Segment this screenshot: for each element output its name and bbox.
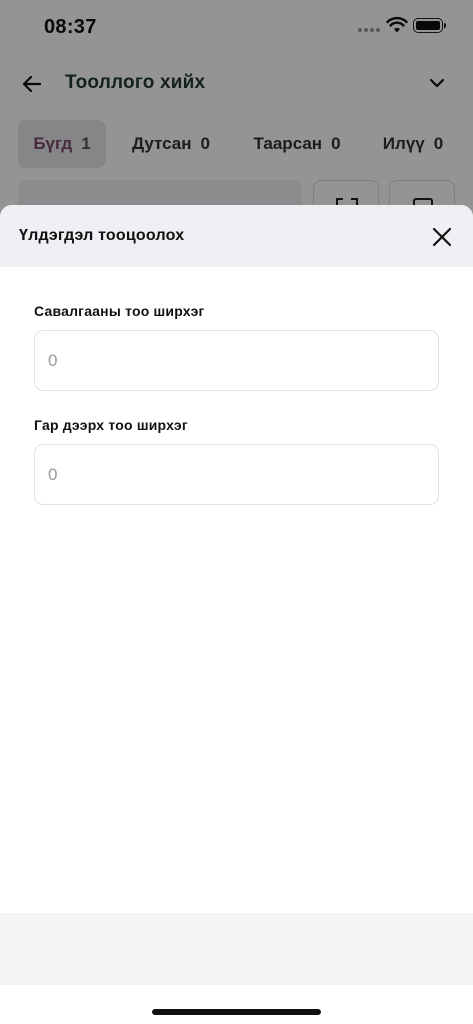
bottom-sheet: Үлдэгдэл тооцоолох Савалгааны тоо ширхэг… [0,205,473,1024]
sheet-header: Үлдэгдэл тооцоолох [0,205,473,267]
on-hand-count-label: Гар дээрх тоо ширхэг [34,417,188,433]
close-button[interactable] [426,221,458,253]
on-hand-count-input[interactable] [34,444,439,505]
home-indicator [152,1009,321,1015]
package-count-input[interactable] [34,330,439,391]
close-icon [432,227,452,247]
screen: 08:37 Тооллого хийх Бүгд 1 Дутсан 0 Таар… [0,0,473,1024]
package-count-label: Савалгааны тоо ширхэг [34,303,205,319]
sheet-footer [0,913,473,985]
sheet-title: Үлдэгдэл тооцоолох [19,227,185,244]
